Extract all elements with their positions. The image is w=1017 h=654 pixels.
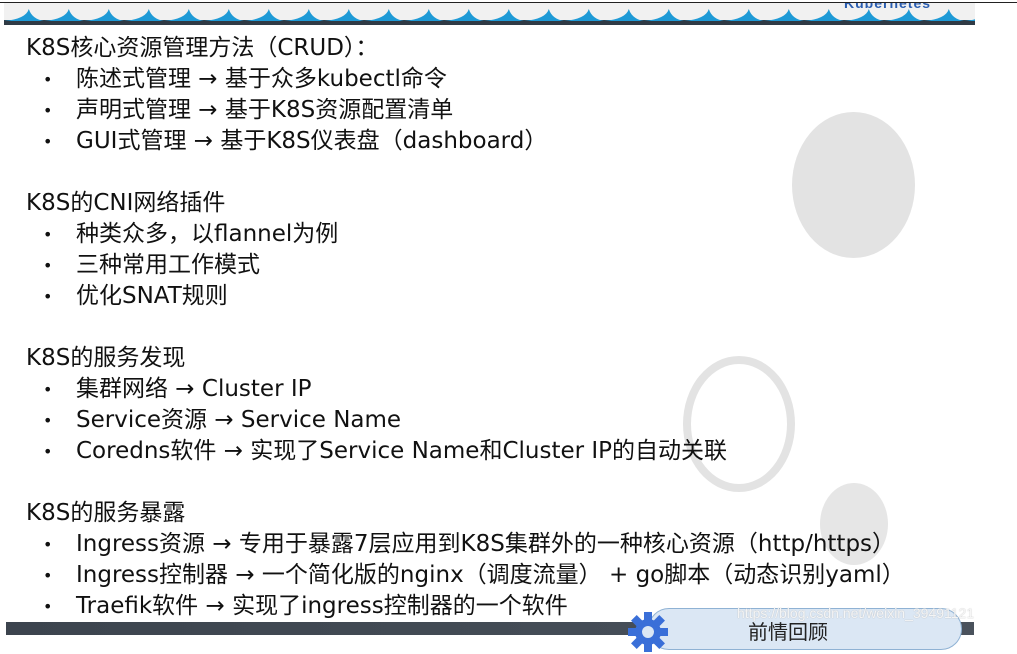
bullet-icon: • [43,70,53,89]
section-service-discovery: K8S的服务发现 • 集群网络 → Cluster IP • Service资源 →… [26,343,1006,467]
wave-crest [404,9,444,21]
bullet-icon: • [43,566,53,585]
list-item: • 优化SNAT规则 [26,281,1006,312]
list-item: • Ingress控制器 → 一个简化版的nginx（调度流量） + go脚本（动… [26,560,1006,591]
list-item: • Ingress资源 → 专用于暴露7层应用到K8S集群外的一种核心资源（htt… [26,529,1006,560]
wave-crest [164,9,204,21]
list-item-text: 种类众多，以flannel为例 [76,221,339,247]
bullet-list: • 种类众多，以flannel为例 • 三种常用工作模式 • 优化SNAT规则 [26,219,1006,312]
section-crud: K8S核心资源管理方法（CRUD）： • 陈述式管理 → 基于众多kubectl命… [26,33,1006,157]
slide-content: K8S核心资源管理方法（CRUD）： • 陈述式管理 → 基于众多kubectl命… [26,33,1006,622]
gear-icon [628,612,668,652]
wave-crest [4,9,44,21]
list-item-text: 集群网络 → Cluster IP [76,376,312,402]
section-service-exposure: K8S的服务暴露 • Ingress资源 → 专用于暴露7层应用到K8S集群外的一… [26,498,1006,622]
list-item-text: 三种常用工作模式 [76,252,260,278]
wave-crest [364,9,404,21]
list-item: • 三种常用工作模式 [26,250,1006,281]
section-cni: K8S的CNI网络插件 • 种类众多，以flannel为例 • 三种常用工作模式 •… [26,188,1006,312]
header-wave-banner: Kubernetes [4,3,975,25]
list-item-text: 声明式管理 → 基于K8S资源配置清单 [76,97,454,123]
list-item-text: Ingress资源 → 专用于暴露7层应用到K8S集群外的一种核心资源（http… [76,531,896,557]
wave-crest [484,9,524,21]
bullet-icon: • [43,287,53,306]
bullet-icon: • [43,101,53,120]
wave-crest [684,9,724,21]
bullet-list: • 集群网络 → Cluster IP • Service资源 → Service … [26,374,1006,467]
list-item-text: Ingress控制器 → 一个简化版的nginx（调度流量） + go脚本（动态… [76,562,905,588]
wave-crest [644,9,684,21]
wave-decoration [4,9,975,25]
wave-crest [524,9,564,21]
wave-crest [324,9,364,21]
list-item: • 集群网络 → Cluster IP [26,374,1006,405]
list-item: • 陈述式管理 → 基于众多kubectl命令 [26,64,1006,95]
wave-crest [964,19,975,21]
bullet-icon: • [43,442,53,461]
wave-crest [124,9,164,21]
list-item: • 声明式管理 → 基于K8S资源配置清单 [26,95,1006,126]
wave-crest [764,9,804,21]
list-item-text: Traefik软件 → 实现了ingress控制器的一个软件 [76,593,568,619]
wave-crest [444,9,484,21]
section-title: K8S核心资源管理方法（CRUD）： [26,35,379,61]
brand-label: Kubernetes [844,3,932,11]
bullet-icon: • [43,225,53,244]
bullet-icon: • [43,132,53,151]
bullet-icon: • [43,535,53,554]
bullet-icon: • [43,411,53,430]
list-item-text: 优化SNAT规则 [76,283,228,309]
wave-crest [604,9,644,21]
wave-crest [204,9,244,21]
list-item-text: Service资源 → Service Name [76,407,402,433]
bullet-icon: • [43,256,53,275]
list-item: • Service资源 → Service Name [26,405,1006,436]
bullet-list: • 陈述式管理 → 基于众多kubectl命令 • 声明式管理 → 基于K8S资源配… [26,64,1006,157]
wave-crest [84,9,124,21]
wave-crest [44,9,84,21]
wave-crest [564,9,604,21]
wave-crest [724,9,764,21]
watermark-url: https://blog.csdn.net/weixin_39491121 [737,605,975,621]
list-item: • 种类众多，以flannel为例 [26,219,1006,250]
bullet-icon: • [43,380,53,399]
wave-crest [804,9,844,21]
section-title: K8S的服务发现 [26,345,186,371]
list-item-text: 陈述式管理 → 基于众多kubectl命令 [76,66,447,92]
wave-crest [244,9,284,21]
list-item: • GUI式管理 → 基于K8S仪表盘（dashboard） [26,126,1006,157]
list-item-text: Coredns软件 → 实现了Service Name和Cluster IP的自… [76,438,728,464]
list-item: • Coredns软件 → 实现了Service Name和Cluster IP的… [26,436,1006,467]
wave-crest [284,9,324,21]
section-title: K8S的服务暴露 [26,500,186,526]
section-title: K8S的CNI网络插件 [26,190,226,216]
bullet-icon: • [43,597,53,616]
list-item-text: GUI式管理 → 基于K8S仪表盘（dashboard） [76,128,548,154]
